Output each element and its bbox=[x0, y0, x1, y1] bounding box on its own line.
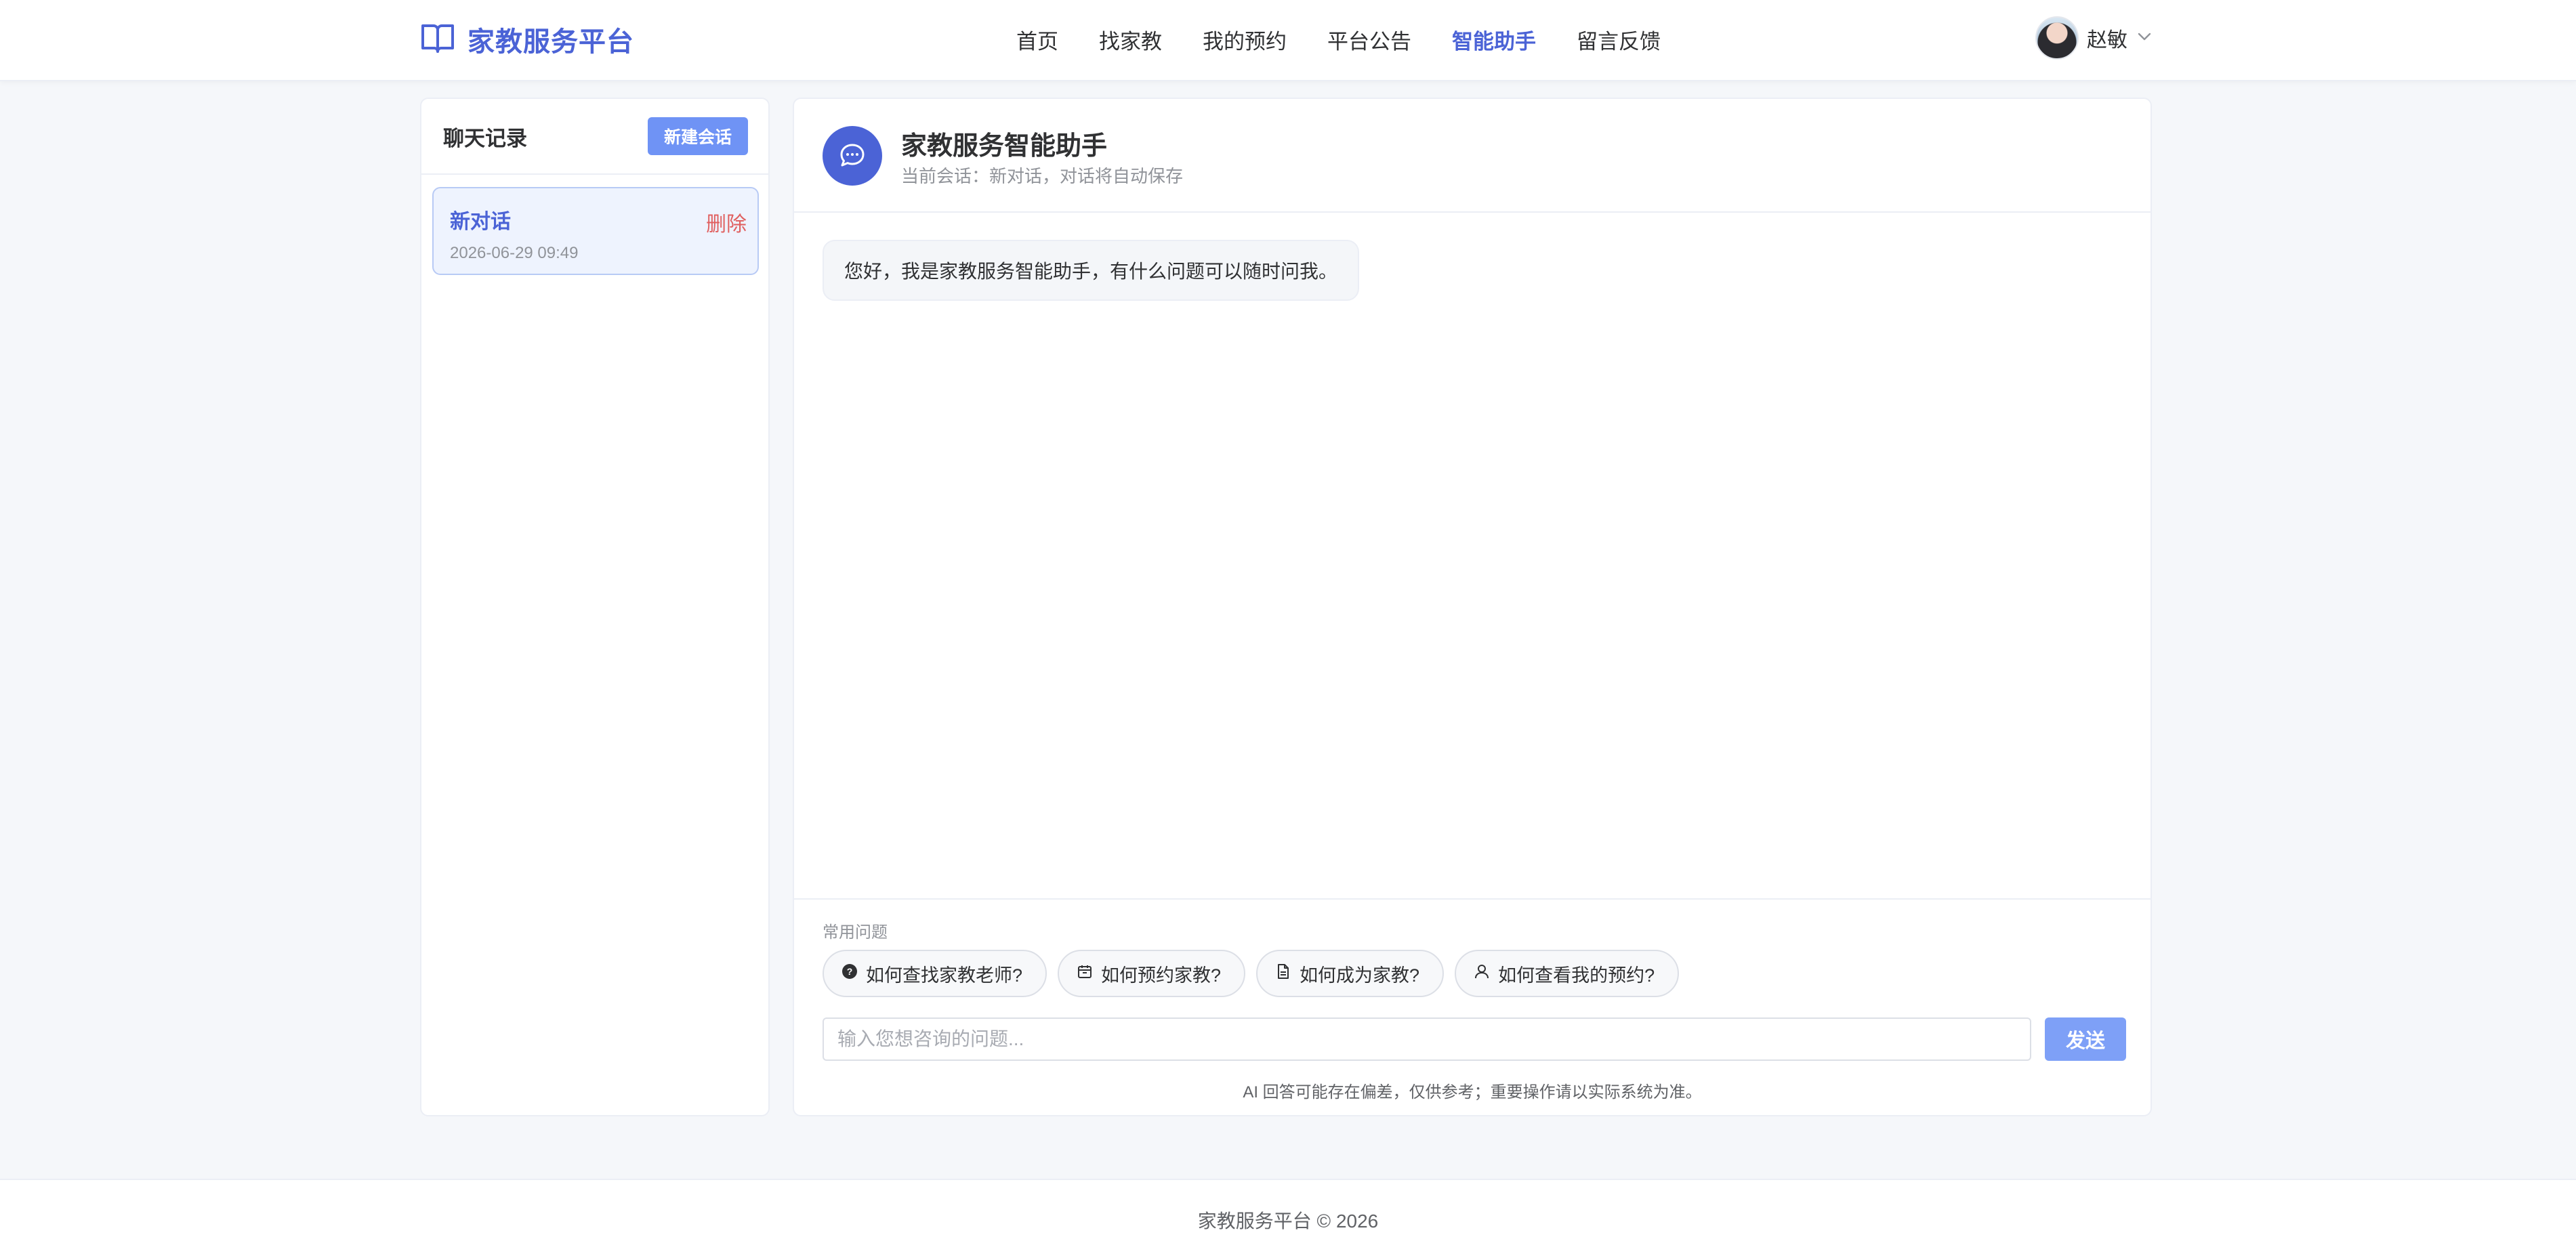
chat-history-panel: 聊天记录 新建会话 新对话 2026-06-29 09:49 删除 bbox=[420, 98, 770, 1116]
question-circle-icon: ? bbox=[842, 963, 858, 984]
ai-disclaimer: AI 回答可能存在偏差，仅供参考；重要操作请以实际系统为准。 bbox=[1243, 1083, 1702, 1101]
page-footer: 家教服务平台 © 2026 bbox=[0, 1179, 2576, 1260]
chat-history-header: 聊天记录 新建会话 bbox=[421, 99, 768, 175]
faq-find-tutor-button[interactable]: ? 如何查找家教老师? bbox=[823, 950, 1047, 997]
new-conversation-button[interactable]: 新建会话 bbox=[647, 117, 748, 155]
faq-label: 常用问题 bbox=[823, 923, 888, 942]
brand-logo[interactable]: 家教服务平台 bbox=[420, 20, 634, 58]
user-name[interactable]: 赵敏 bbox=[2087, 23, 2127, 53]
faq-label-text: 如何成为家教? bbox=[1300, 965, 1420, 986]
chat-title: 家教服务智能助手 bbox=[901, 132, 1108, 161]
calendar-icon bbox=[1077, 963, 1093, 984]
book-icon bbox=[420, 22, 455, 58]
document-icon bbox=[1275, 963, 1291, 984]
nav-item-my-bookings[interactable]: 我的预约 bbox=[1203, 24, 1287, 55]
faq-become-tutor-button[interactable]: 如何成为家教? bbox=[1256, 950, 1445, 997]
footer-copyright: 家教服务平台 © 2026 bbox=[1197, 1211, 1379, 1232]
chat-history-title: 聊天记录 bbox=[443, 126, 527, 150]
nav-item-announcements[interactable]: 平台公告 bbox=[1327, 24, 1411, 55]
chat-header: 家教服务智能助手 当前会话：新对话，对话将自动保存 bbox=[794, 99, 2151, 213]
faq-list: ? 如何查找家教老师? 如何预约家教? 如何成为家教? 如何查看我的预约? bbox=[823, 950, 1680, 997]
conversation-name: 新对话 bbox=[450, 211, 511, 233]
user-menu[interactable]: 赵敏 bbox=[2035, 16, 2153, 60]
faq-book-tutor-button[interactable]: 如何预约家教? bbox=[1058, 950, 1246, 997]
chat-input-area: 常用问题 ? 如何查找家教老师? 如何预约家教? 如何成为家教? 如何查看我的预… bbox=[794, 898, 2151, 1115]
faq-label-text: 如何预约家教? bbox=[1101, 965, 1222, 986]
nav-item-home[interactable]: 首页 bbox=[1016, 24, 1058, 55]
user-icon bbox=[1474, 963, 1490, 984]
question-input[interactable] bbox=[823, 1017, 2031, 1061]
brand-name: 家教服务平台 bbox=[468, 27, 634, 57]
chevron-down-icon[interactable] bbox=[2136, 28, 2153, 49]
nav-item-find-tutor[interactable]: 找家教 bbox=[1099, 24, 1162, 55]
chat-bubble-icon bbox=[823, 126, 882, 186]
send-button[interactable]: 发送 bbox=[2045, 1017, 2126, 1061]
nav-item-assistant[interactable]: 智能助手 bbox=[1452, 24, 1536, 55]
nav-item-feedback[interactable]: 留言反馈 bbox=[1577, 24, 1661, 55]
faq-label-text: 如何查找家教老师? bbox=[866, 965, 1023, 986]
conversation-time: 2026-06-29 09:49 bbox=[450, 244, 579, 262]
svg-text:?: ? bbox=[847, 966, 853, 977]
faq-label-text: 如何查看我的预约? bbox=[1498, 965, 1655, 986]
main-nav: 首页 找家教 我的预约 平台公告 智能助手 留言反馈 bbox=[1016, 23, 1701, 56]
top-navbar: 家教服务平台 首页 找家教 我的预约 平台公告 智能助手 留言反馈 赵敏 bbox=[0, 0, 2576, 81]
conversation-item[interactable]: 新对话 2026-06-29 09:49 删除 bbox=[432, 187, 759, 275]
avatar[interactable] bbox=[2035, 16, 2079, 60]
chat-panel: 家教服务智能助手 当前会话：新对话，对话将自动保存 您好，我是家教服务智能助手，… bbox=[793, 98, 2152, 1116]
delete-conversation-button[interactable]: 删除 bbox=[706, 207, 747, 237]
chat-subtitle: 当前会话：新对话，对话将自动保存 bbox=[901, 166, 1184, 186]
faq-view-bookings-button[interactable]: 如何查看我的预约? bbox=[1455, 950, 1680, 997]
assistant-message: 您好，我是家教服务智能助手，有什么问题可以随时问我。 bbox=[823, 240, 1360, 301]
